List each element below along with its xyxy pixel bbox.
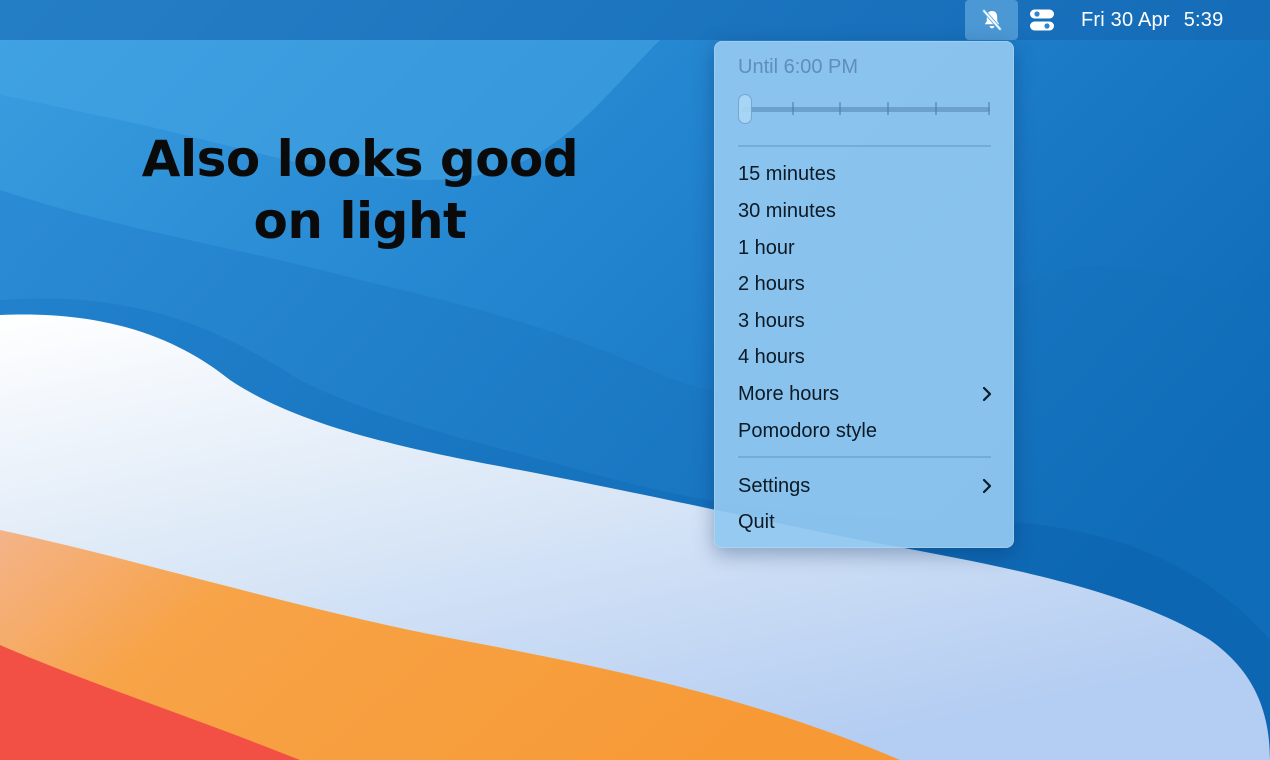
menu-item-3-hours[interactable]: 3 hours bbox=[726, 304, 1002, 338]
menu-item-label: More hours bbox=[738, 383, 840, 405]
menu-item-label: 15 minutes bbox=[738, 163, 836, 185]
slider-track bbox=[742, 107, 990, 112]
menu-item-label: Settings bbox=[738, 475, 811, 497]
headline-line-1: Also looks good bbox=[141, 130, 579, 188]
menu-bar bbox=[0, 0, 1270, 40]
menu-item-15-minutes[interactable]: 15 minutes bbox=[726, 157, 1002, 191]
desktop: Fri 30 Apr 5:39 Also looks good on light … bbox=[0, 0, 1270, 760]
menu-item-label: 3 hours bbox=[738, 310, 805, 332]
menu-divider bbox=[738, 456, 991, 458]
control-center-button[interactable] bbox=[1024, 0, 1060, 40]
slider-tick bbox=[935, 102, 937, 115]
slider-tick bbox=[839, 102, 841, 115]
clock-time: 5:39 bbox=[1183, 9, 1224, 31]
menu-item-label: 2 hours bbox=[738, 273, 805, 295]
menubar-clock[interactable]: Fri 30 Apr 5:39 bbox=[1081, 0, 1223, 40]
headline-line-2: on light bbox=[253, 192, 467, 250]
do-not-disturb-menubar-button[interactable] bbox=[965, 0, 1018, 40]
menu-item-label: 4 hours bbox=[738, 346, 805, 368]
menu-item-label: Quit bbox=[738, 511, 775, 533]
slider-tick bbox=[887, 102, 889, 115]
menu-item-4-hours[interactable]: 4 hours bbox=[726, 340, 1002, 374]
control-center-toggles-icon bbox=[1030, 9, 1054, 31]
menu-item-label: 1 hour bbox=[738, 237, 795, 259]
chevron-right-icon bbox=[982, 478, 992, 494]
slider-tick bbox=[792, 102, 794, 115]
slider-tick bbox=[988, 102, 990, 115]
menu-item-more-hours[interactable]: More hours bbox=[726, 377, 1002, 411]
clock-date: Fri 30 Apr bbox=[1081, 9, 1170, 31]
chevron-right-icon bbox=[982, 386, 992, 402]
menu-item-settings[interactable]: Settings bbox=[726, 469, 1002, 503]
menu-item-1-hour[interactable]: 1 hour bbox=[726, 231, 1002, 265]
menu-item-30-minutes[interactable]: 30 minutes bbox=[726, 194, 1002, 228]
slider-thumb[interactable] bbox=[738, 94, 752, 124]
menu-divider bbox=[738, 145, 991, 147]
duration-slider[interactable] bbox=[738, 94, 992, 126]
headline: Also looks good on light bbox=[125, 128, 595, 252]
menu-item-quit[interactable]: Quit bbox=[726, 505, 1002, 539]
bell-slash-icon bbox=[981, 9, 1002, 31]
menu-item-2-hours[interactable]: 2 hours bbox=[726, 267, 1002, 301]
menu-item-pomodoro-style[interactable]: Pomodoro style bbox=[726, 414, 1002, 448]
do-not-disturb-menu: Until 6:00 PM 15 minutes 30 minutes 1 ho… bbox=[714, 41, 1014, 548]
until-label: Until 6:00 PM bbox=[738, 56, 859, 78]
wallpaper bbox=[0, 0, 1270, 760]
menu-item-label: Pomodoro style bbox=[738, 420, 877, 442]
menu-item-label: 30 minutes bbox=[738, 200, 836, 222]
